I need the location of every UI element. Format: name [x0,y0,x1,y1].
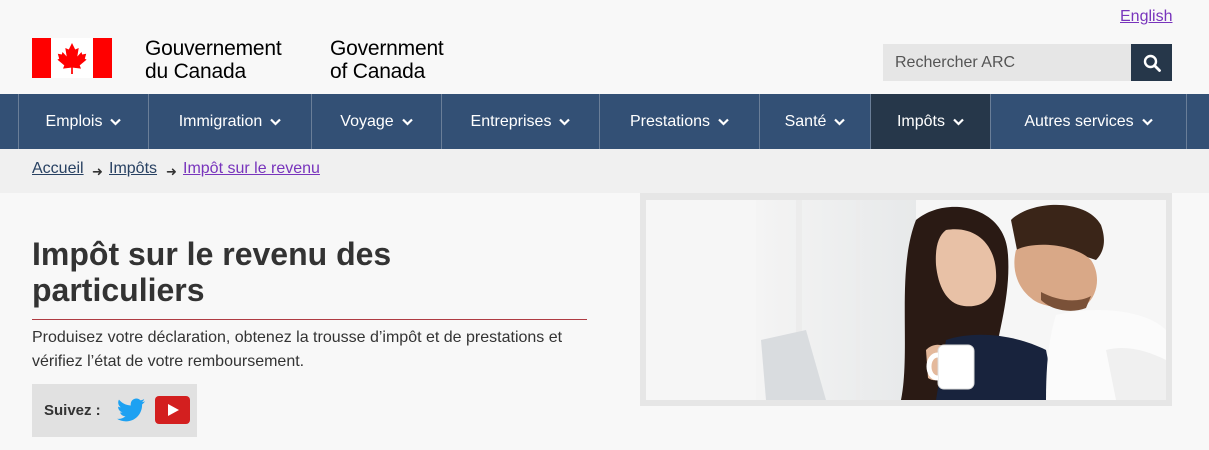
twitter-icon[interactable] [116,398,146,424]
youtube-icon[interactable] [155,396,190,424]
menu-item-label: Impôts [896,112,945,130]
follow-label: Suivez : [44,402,101,419]
language-toggle-link[interactable]: English [1120,8,1172,26]
chevron-down-icon [718,118,729,126]
menu-item-label: Prestations [629,112,711,130]
chevron-down-icon [1141,118,1153,126]
menu-item-label: Immigration [178,112,263,130]
couple-photo-illustration [646,200,1166,400]
breadcrumb-link-impot-revenu[interactable]: Impôt sur le revenu [183,160,320,178]
canada-flag-icon [32,38,112,78]
gov-en-line1: Government [330,37,444,60]
gov-fr-line1: Gouvernement [145,37,282,60]
government-name-english[interactable]: Government of Canada [330,37,444,83]
chevron-down-icon [110,118,122,126]
chevron-down-icon [559,118,571,126]
menu-item-autres-services[interactable]: Autres services [991,94,1187,149]
menu-item-prestations[interactable]: Prestations [600,94,760,149]
menu-item-impots[interactable]: Impôts [871,94,991,149]
menu-item-label: Santé [784,112,827,130]
menu-item-emplois[interactable]: Emplois [18,94,149,149]
hero-image [646,200,1166,400]
menu-item-label: Autres services [1024,112,1134,130]
hero-image-frame [640,193,1172,406]
gov-en-line2: of Canada [330,60,426,83]
menu-item-entreprises[interactable]: Entreprises [442,94,600,149]
search-form [883,44,1172,81]
search-button[interactable] [1131,44,1172,81]
gov-fr-line2: du Canada [145,60,246,83]
breadcrumb-arrow-icon: ➜ [92,164,103,179]
chevron-down-icon [953,118,964,126]
search-input[interactable] [883,44,1131,81]
menu-item-sante[interactable]: Santé [760,94,871,149]
breadcrumb-link-impots[interactable]: Impôts [109,160,157,178]
search-icon [1143,54,1161,72]
chevron-down-icon [401,118,413,126]
page-intro: Produisez votre déclaration, obtenez la … [32,329,563,370]
government-name-french[interactable]: Gouvernement du Canada [145,37,282,83]
main-menu: Emplois Immigration Voyage Entreprises P… [0,94,1209,149]
breadcrumb-arrow-icon: ➜ [166,164,177,179]
title-underline [32,319,587,320]
breadcrumb: Accueil ➜ Impôts ➜ Impôt sur le revenu [0,149,1209,193]
menu-item-label: Voyage [340,112,394,130]
chevron-down-icon [834,118,846,126]
page-title: Impôt sur le revenu des particuliers [32,236,392,308]
breadcrumb-link-accueil[interactable]: Accueil [32,160,84,178]
menu-item-immigration[interactable]: Immigration [149,94,312,149]
menu-item-label: Entreprises [470,112,552,130]
chevron-down-icon [270,118,282,126]
social-follow-box: Suivez : [32,384,197,437]
menu-item-label: Emplois [45,112,103,130]
menu-item-voyage[interactable]: Voyage [312,94,442,149]
